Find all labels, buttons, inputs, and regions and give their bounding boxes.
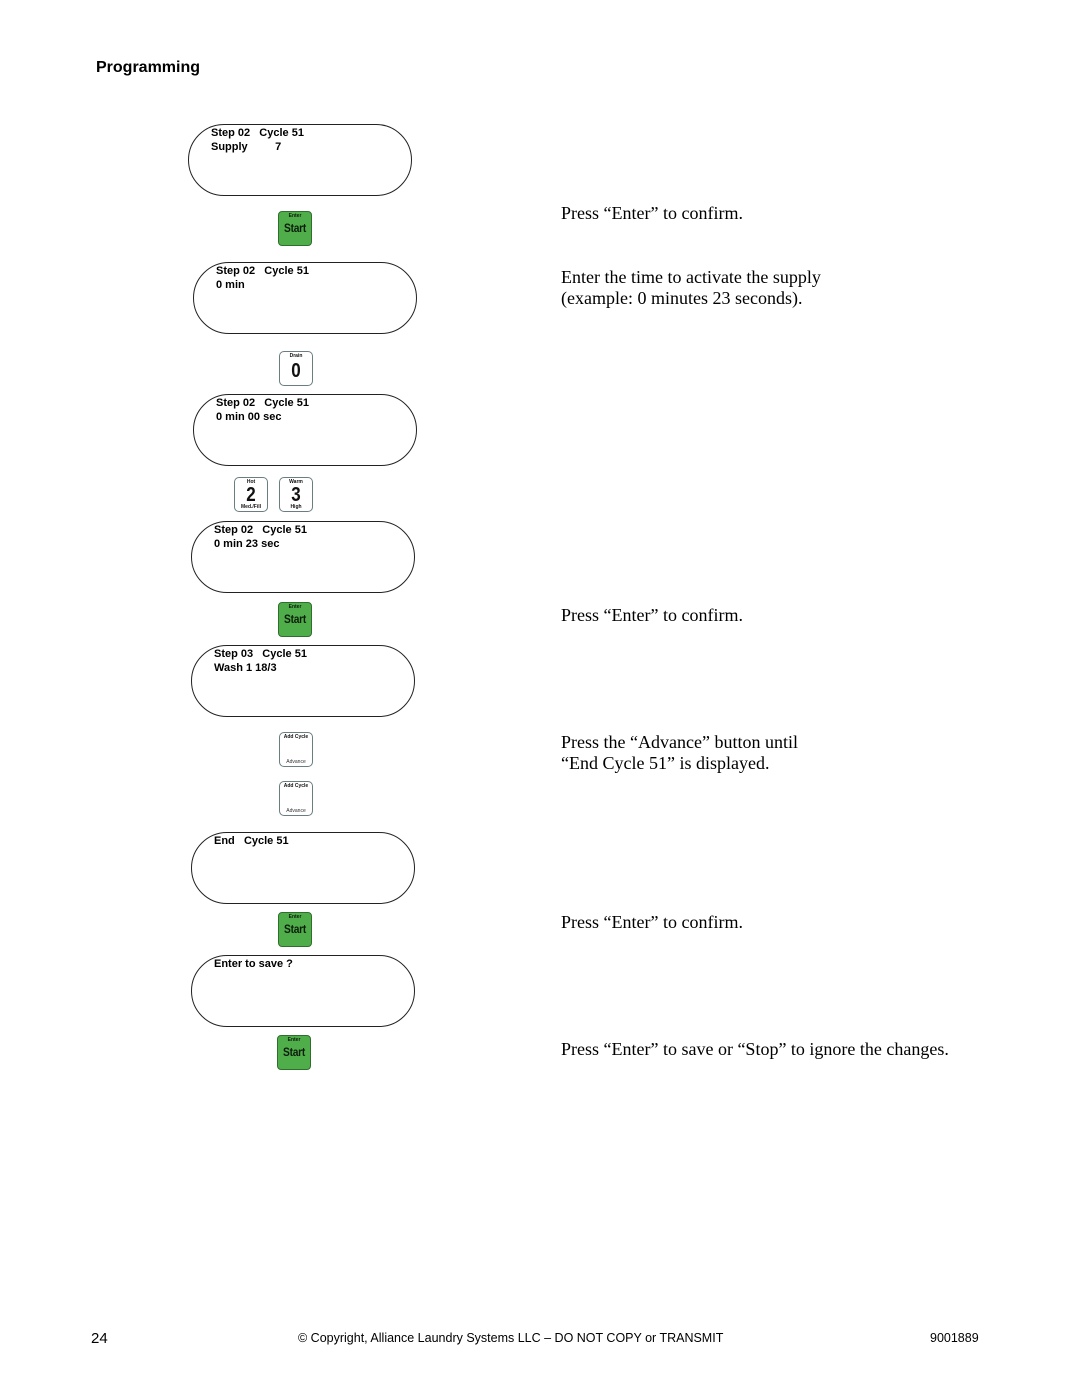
display-line-1: End Cycle 51: [214, 835, 289, 847]
page-number: 24: [91, 1330, 108, 1347]
button-top-label: Drain: [289, 353, 303, 359]
instruction-text: Press “Enter” to save or “Stop” to ignor…: [561, 1039, 949, 1059]
instruction-text: Press the “Advance” button until “End Cy…: [561, 732, 798, 773]
button-top-label: Enter: [288, 213, 302, 219]
instruction-text: Enter the time to activate the supply (e…: [561, 267, 821, 308]
button-bottom-label: High: [290, 504, 302, 510]
lcd-display-end-cycle: End Cycle 51: [191, 832, 415, 904]
lcd-display-step03-wash: Step 03 Cycle 51 Wash 1 18/3: [191, 645, 415, 717]
button-bottom-label: Advance: [286, 808, 306, 814]
start-enter-button[interactable]: Enter Start: [278, 211, 312, 246]
start-enter-button[interactable]: Enter Start: [278, 602, 312, 637]
section-title: Programming: [96, 59, 201, 76]
display-line-2: Supply 7: [211, 141, 282, 153]
lcd-display-step02-supply: Step 02 Cycle 51 Supply 7: [188, 124, 412, 196]
button-bottom-label: Advance: [286, 759, 306, 765]
button-top-label: Enter: [288, 914, 302, 920]
display-line-1: Step 02 Cycle 51: [211, 127, 304, 139]
key-0-drain-button[interactable]: Drain 0: [279, 351, 313, 386]
button-main-label: 0: [291, 360, 301, 382]
advance-add-cycle-button[interactable]: Add Cycle Advance: [279, 781, 313, 816]
instruction-text: Press “Enter” to confirm.: [561, 203, 743, 223]
lcd-display-step02-23sec: Step 02 Cycle 51 0 min 23 sec: [191, 521, 415, 593]
instruction-text: Press “Enter” to confirm.: [561, 912, 743, 932]
button-main-label: Start: [284, 612, 306, 626]
document-number: 9001889: [930, 1331, 979, 1345]
copyright-notice: © Copyright, Alliance Laundry Systems LL…: [298, 1331, 724, 1345]
display-line-2: 0 min 00 sec: [216, 411, 282, 423]
button-top-label: Enter: [288, 604, 302, 610]
key-2-hot-button[interactable]: Hot 2 Med./Fill: [234, 477, 268, 512]
button-main-label: Start: [283, 1045, 305, 1059]
display-line-1: Step 02 Cycle 51: [216, 397, 309, 409]
button-top-label: Add Cycle: [283, 783, 309, 789]
button-top-label: Add Cycle: [283, 734, 309, 740]
start-enter-button[interactable]: Enter Start: [278, 912, 312, 947]
display-line-2: 0 min 23 sec: [214, 538, 280, 550]
advance-add-cycle-button[interactable]: Add Cycle Advance: [279, 732, 313, 767]
lcd-display-enter-to-save: Enter to save ?: [191, 955, 415, 1027]
display-line-1: Enter to save ?: [214, 958, 293, 970]
display-line-2: Wash 1 18/3: [214, 662, 277, 674]
start-enter-button[interactable]: Enter Start: [277, 1035, 311, 1070]
lcd-display-step02-min: Step 02 Cycle 51 0 min: [193, 262, 417, 334]
button-main-label: Start: [284, 221, 306, 235]
display-line-2: 0 min: [216, 279, 245, 291]
button-top-label: Enter: [287, 1037, 301, 1043]
button-main-label: Start: [284, 922, 306, 936]
button-bottom-label: Med./Fill: [241, 504, 261, 510]
lcd-display-step02-min-sec: Step 02 Cycle 51 0 min 00 sec: [193, 394, 417, 466]
display-line-1: Step 02 Cycle 51: [214, 524, 307, 536]
display-line-1: Step 02 Cycle 51: [216, 265, 309, 277]
instruction-text: Press “Enter” to confirm.: [561, 605, 743, 625]
key-3-warm-button[interactable]: Warm 3 High: [279, 477, 313, 512]
display-line-1: Step 03 Cycle 51: [214, 648, 307, 660]
